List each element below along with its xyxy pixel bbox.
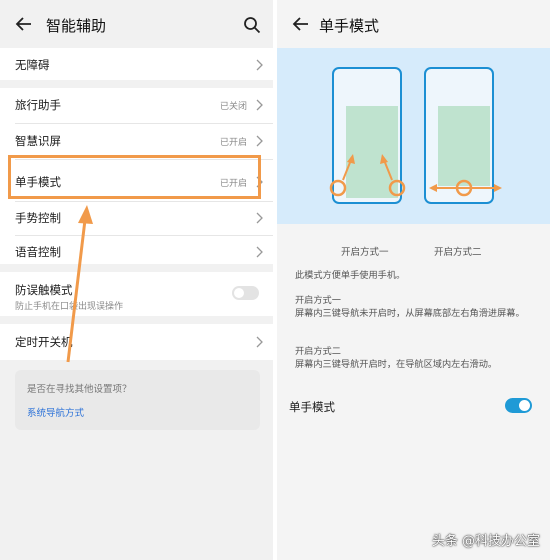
mode-description: 此模式方便单手使用手机。 [295,270,406,281]
one-hand-mode-label: 单手模式 [289,400,335,414]
annotation-arrow [66,205,93,363]
smart-assist-screen: 智能辅助 无障碍 旅行助手 已关闭 智慧识屏 已开启 单手模式 已开启 手势控制 [0,0,273,560]
method-two-text: 屏幕内三键导航开启时，在导航区域内左右滑动。 [295,359,498,370]
one-hand-mode-toggle[interactable] [505,398,532,413]
one-hand-illustration [277,48,550,224]
watermark: 头条 @科技办公室 [431,534,540,549]
one-hand-mode-screen: 单手模式 开启方式一 开启方式二 此模式方便单手使用手机。 开启方式一 屏幕内三… [277,0,550,560]
caption-method-two: 开启方式二 [434,247,482,258]
method-one-title: 开启方式一 [295,295,341,306]
method-two-title: 开启方式二 [295,346,341,357]
phone-diagrams [329,67,502,204]
back-arrow-icon[interactable] [291,14,311,34]
header: 单手模式 [277,0,550,48]
method-one-text: 屏幕内三键导航未开启时，从屏幕底部左右角滑进屏幕。 [295,308,525,319]
page-title: 单手模式 [319,17,380,35]
caption-method-one: 开启方式一 [341,247,389,258]
